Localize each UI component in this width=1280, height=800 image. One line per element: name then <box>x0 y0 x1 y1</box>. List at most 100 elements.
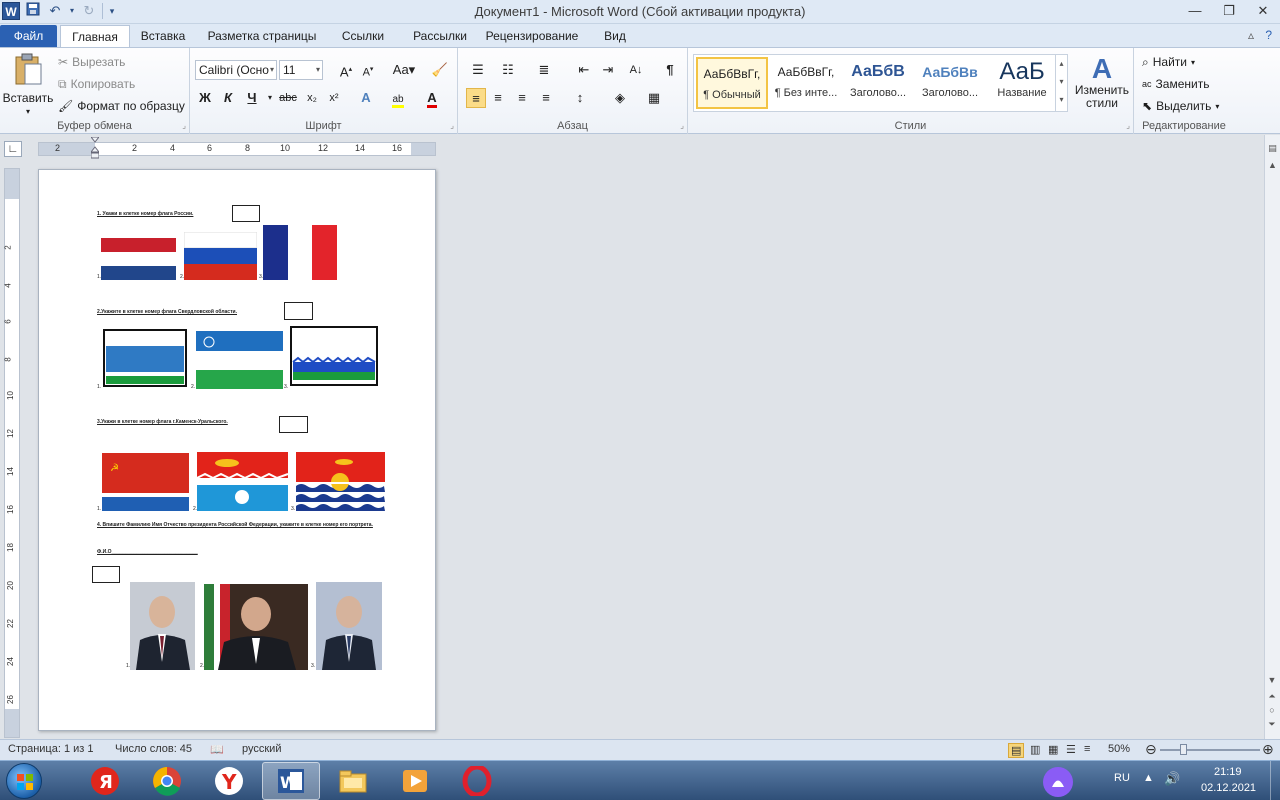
indent-marker[interactable] <box>89 136 101 159</box>
select-button[interactable]: ⬉ Выделить ▾ <box>1142 98 1219 114</box>
decrease-indent-icon[interactable]: ⇤ <box>574 60 594 80</box>
italic-icon[interactable]: К <box>218 88 238 108</box>
tab-view[interactable]: Вид <box>600 25 630 47</box>
draft-view-icon[interactable]: ≡ <box>1084 743 1090 755</box>
restore-button[interactable]: ❐ <box>1212 0 1246 22</box>
zoom-in-icon[interactable]: ⊕ <box>1262 741 1274 758</box>
shrink-font-icon[interactable]: A▾ <box>358 60 378 80</box>
line-spacing-icon[interactable]: ↕ <box>570 88 590 108</box>
zoom-out-icon[interactable]: ⊖ <box>1145 741 1157 758</box>
find-button[interactable]: ⌕ Найти ▾ <box>1142 54 1195 70</box>
grow-font-icon[interactable]: A▴ <box>336 60 356 80</box>
tray-expand-icon[interactable]: ▲ <box>1143 772 1154 784</box>
align-left-icon[interactable]: ≡ <box>466 88 486 108</box>
answer-box-2[interactable] <box>284 302 313 320</box>
format-painter-button[interactable]: 🖌 Формат по образцу <box>58 98 185 114</box>
close-button[interactable]: ✕ <box>1246 0 1280 22</box>
subscript-icon[interactable]: x₂ <box>302 88 322 108</box>
start-button[interactable] <box>6 763 42 799</box>
tab-insert[interactable]: Вставка <box>134 25 192 47</box>
print-layout-view-icon[interactable]: ▤ <box>1008 743 1025 758</box>
font-launcher-icon[interactable]: ⌟ <box>450 121 454 130</box>
paragraph-launcher-icon[interactable]: ⌟ <box>680 121 684 130</box>
underline-icon[interactable]: Ч <box>242 88 262 108</box>
document-page[interactable]: 1. Укажи в клетке номер флага России. 1.… <box>38 169 436 731</box>
taskbar-explorer[interactable] <box>324 762 382 800</box>
taskbar-chrome[interactable] <box>138 762 196 800</box>
taskbar-opera[interactable] <box>448 762 506 800</box>
tab-selector[interactable]: ∟ <box>4 141 22 157</box>
paste-button[interactable]: Вставить ▾ <box>3 52 53 116</box>
style-normal[interactable]: АаБбВвГг, ¶ Обычный <box>696 57 768 109</box>
clock-time[interactable]: 21:19 <box>1214 766 1242 778</box>
outline-view-icon[interactable]: ☰ <box>1066 743 1076 756</box>
align-center-icon[interactable]: ≡ <box>488 88 508 108</box>
taskbar-yandex[interactable]: Я <box>76 762 134 800</box>
ruler-toggle-icon[interactable]: ▤ <box>1265 143 1280 154</box>
zoom-slider[interactable] <box>1160 749 1260 751</box>
tab-home[interactable]: Главная <box>60 25 130 47</box>
tab-page-layout[interactable]: Разметка страницы <box>200 25 324 47</box>
clock-date[interactable]: 02.12.2021 <box>1201 782 1256 794</box>
answer-box-4[interactable] <box>92 566 120 583</box>
numbering-icon[interactable]: ☷ <box>498 60 518 80</box>
tab-file[interactable]: Файл <box>0 25 57 47</box>
tab-references[interactable]: Ссылки <box>333 25 393 47</box>
minimize-ribbon-icon[interactable]: ▵ <box>1248 28 1254 42</box>
proofing-icon[interactable]: 📖 <box>210 743 224 756</box>
replace-button[interactable]: ac Заменить <box>1142 76 1209 92</box>
bold-icon[interactable]: Ж <box>195 88 215 108</box>
superscript-icon[interactable]: x² <box>324 88 344 108</box>
alice-icon[interactable] <box>1042 766 1074 800</box>
full-screen-reading-icon[interactable]: ▥ <box>1030 743 1040 756</box>
answer-box-3[interactable] <box>279 416 308 433</box>
next-page-icon[interactable]: ⏷ <box>1265 719 1279 730</box>
increase-indent-icon[interactable]: ⇥ <box>598 60 618 80</box>
vertical-scrollbar[interactable]: ▤ ▲ ▼ ⏶ ○ ⏷ <box>1264 135 1280 739</box>
browse-object-icon[interactable]: ○ <box>1265 705 1279 715</box>
font-color-icon[interactable]: A <box>422 88 442 108</box>
word-count[interactable]: Число слов: 45 <box>115 743 192 755</box>
tab-review[interactable]: Рецензирование <box>482 25 582 47</box>
change-case-icon[interactable]: Aa▾ <box>390 60 418 80</box>
scroll-down-icon[interactable]: ▼ <box>1265 675 1279 685</box>
highlight-icon[interactable]: ab <box>388 88 408 108</box>
shading-icon[interactable]: ◈ <box>610 88 630 108</box>
volume-icon[interactable]: 🔊 <box>1164 771 1180 787</box>
styles-launcher-icon[interactable]: ⌟ <box>1126 121 1130 130</box>
borders-icon[interactable]: ▦ <box>644 88 664 108</box>
pilcrow-icon[interactable]: ¶ <box>660 60 680 80</box>
taskbar-media-player[interactable] <box>386 762 444 800</box>
help-icon[interactable]: ? <box>1265 28 1272 42</box>
vertical-ruler[interactable]: 2 4 6 8 10 12 14 16 18 20 22 24 26 <box>4 168 20 738</box>
style-heading-2[interactable]: АаБбВв Заголово... <box>914 57 986 109</box>
strikethrough-icon[interactable]: abc <box>276 88 300 108</box>
align-right-icon[interactable]: ≡ <box>512 88 532 108</box>
language-indicator[interactable]: русский <box>242 743 281 755</box>
zoom-slider-handle[interactable] <box>1180 744 1187 755</box>
web-layout-icon[interactable]: ▦ <box>1048 743 1058 756</box>
scroll-up-icon[interactable]: ▲ <box>1265 160 1280 170</box>
copy-button[interactable]: ⧉ Копировать <box>58 76 135 92</box>
cut-button[interactable]: ✂ Вырезать <box>58 54 125 70</box>
show-desktop-button[interactable] <box>1270 761 1280 800</box>
style-title[interactable]: АаБ Название <box>986 57 1058 109</box>
minimize-button[interactable]: — <box>1178 0 1212 22</box>
page-count[interactable]: Страница: 1 из 1 <box>8 743 94 755</box>
text-effects-icon[interactable]: A <box>356 88 376 108</box>
justify-icon[interactable]: ≡ <box>536 88 556 108</box>
tab-mailings[interactable]: Рассылки <box>400 25 480 47</box>
bullets-icon[interactable]: ☰ <box>468 60 488 80</box>
style-no-spacing[interactable]: АаБбВвГг, ¶ Без инте... <box>770 57 842 109</box>
font-family-select[interactable]: Calibri (Осно ▾ <box>195 60 277 80</box>
style-heading-1[interactable]: АаБбВ Заголово... <box>842 57 914 109</box>
sort-icon[interactable]: A↓ <box>626 60 646 80</box>
clear-formatting-icon[interactable]: 🧹 <box>430 60 450 80</box>
zoom-level[interactable]: 50% <box>1108 743 1130 755</box>
taskbar-yandex-browser[interactable]: Y <box>200 762 258 800</box>
change-styles-button[interactable]: A Изменить стили <box>1074 54 1130 110</box>
answer-box-1[interactable] <box>232 205 260 222</box>
previous-page-icon[interactable]: ⏶ <box>1265 691 1279 702</box>
multilevel-list-icon[interactable]: ≣ <box>534 60 554 80</box>
font-size-select[interactable]: 11 ▾ <box>279 60 323 80</box>
